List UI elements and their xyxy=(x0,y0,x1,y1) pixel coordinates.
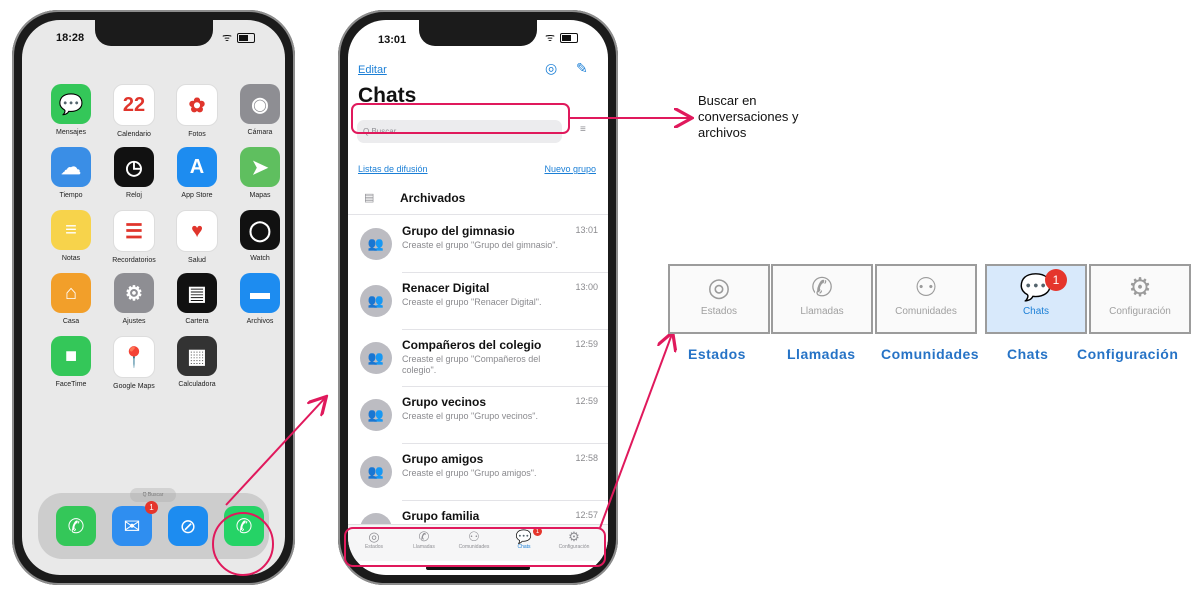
tab-label: Llamadas xyxy=(800,306,844,317)
tab-label: Estados xyxy=(700,306,738,317)
phone-icon: ✆ xyxy=(811,272,833,302)
tab-comunidades[interactable]: ⚇ Comunidades xyxy=(875,264,977,334)
tab-label: Configuración xyxy=(1109,306,1171,317)
search-note: Buscar en conversaciones y archivos xyxy=(698,93,798,141)
caption-configuración: Configuración xyxy=(1077,346,1179,362)
arrow-to-chats-screen xyxy=(225,398,325,506)
gear-icon: ⚙ xyxy=(1128,272,1152,302)
phone-notch xyxy=(419,20,537,46)
search-note-line: Buscar en xyxy=(698,93,757,108)
tab-configuración[interactable]: ⚙ Configuración xyxy=(1089,264,1191,334)
tab-chats[interactable]: 💬 Chats xyxy=(985,264,1087,334)
chats-icon: 💬 xyxy=(1019,272,1053,302)
status-icon: ◎ xyxy=(707,272,731,302)
tabbar-highlight-box xyxy=(344,527,606,567)
caption-chats: Chats xyxy=(1007,346,1049,362)
whatsapp-highlight-circle xyxy=(212,512,274,576)
search-note-line: conversaciones y xyxy=(698,109,799,124)
caption-estados: Estados xyxy=(688,346,746,362)
tab-estados[interactable]: ◎ Estados xyxy=(668,264,770,334)
phone-notch xyxy=(94,20,213,46)
search-note-line: archivos xyxy=(698,125,747,140)
caption-llamadas: Llamadas xyxy=(787,346,856,362)
tab-label: Chats xyxy=(1022,306,1050,317)
search-highlight-box xyxy=(351,103,570,134)
arrow-to-tabs-zoom xyxy=(599,334,672,529)
chats-badge: 1 xyxy=(1045,269,1067,291)
tab-label: Comunidades xyxy=(895,306,957,317)
communities-icon: ⚇ xyxy=(914,272,938,302)
tab-llamadas[interactable]: ✆ Llamadas xyxy=(771,264,873,334)
caption-comunidades: Comunidades xyxy=(881,346,980,362)
